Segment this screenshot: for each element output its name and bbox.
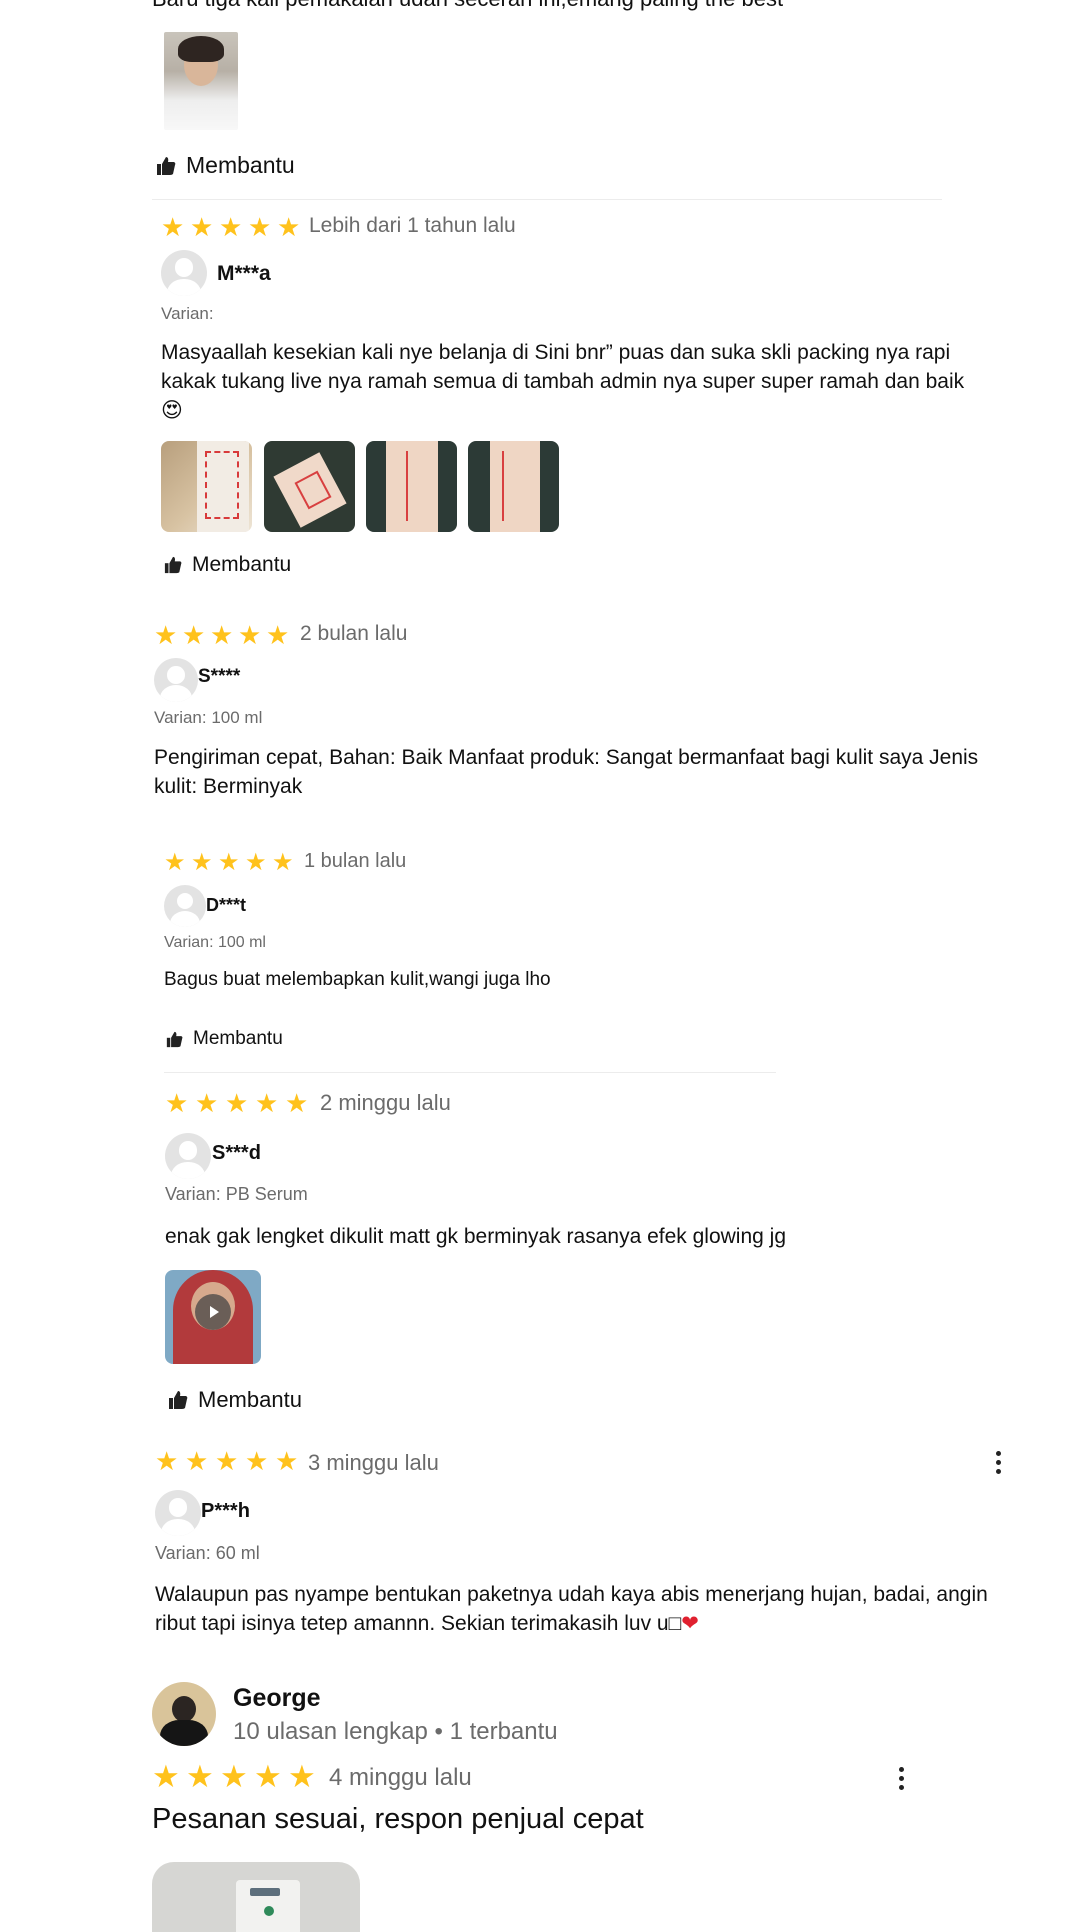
star-icon: ★ [285,1088,309,1118]
helpful-label: Membantu [192,553,292,576]
review-text: enak gak lengket dikulit matt gk berminy… [165,1225,786,1248]
avatar [154,658,198,702]
star-icon: ★ [154,620,178,650]
avatar [155,1490,201,1536]
star-icon: ★ [272,849,294,876]
review-photo[interactable] [366,441,457,532]
star-icon: ★ [266,620,290,650]
review-time: 2 minggu lalu [320,1090,451,1115]
helpful-button[interactable]: Membantu [156,152,295,179]
star-icon: ★ [245,849,267,876]
star-icon: ★ [190,212,214,242]
review-time: 4 minggu lalu [329,1764,472,1791]
review-text-content: Walaupun pas nyampe bentukan paketnya ud… [155,1583,988,1635]
helpful-label: Membantu [186,152,295,178]
star-icon: ★ [152,1759,180,1794]
star-icon: ★ [248,212,272,242]
star-icon: ★ [185,1446,209,1476]
avatar [152,1682,216,1746]
star-icon: ★ [254,1759,282,1794]
reviewer-photo[interactable] [164,32,238,130]
review-text: Pengiriman cepat, Bahan: Baik Manfaat pr… [154,746,979,798]
reviewer-name: D***t [206,895,247,915]
avatar [165,1133,211,1179]
star-icon: ★ [288,1759,316,1794]
variant-label: Varian: 100 ml [164,934,266,951]
emoji: 😍 [161,399,183,422]
review-text: Walaupun pas nyampe bentukan paketnya ud… [155,1580,1005,1638]
star-icon: ★ [220,1759,248,1794]
review-text: Bagus buat melembapkan kulit,wangi juga … [164,969,551,990]
avatar [161,250,207,296]
star-icon: ★ [245,1446,269,1476]
star-icon: ★ [165,1088,189,1118]
thumbs-up-icon [166,1031,183,1047]
star-icon: ★ [195,1088,219,1118]
reviewer-name: M***a [217,262,271,285]
review-video[interactable] [165,1270,261,1364]
helpful-label: Membantu [198,1387,302,1412]
variant-label: Varian: PB Serum [165,1184,308,1204]
star-icon: ★ [215,1446,239,1476]
star-icon: ★ [219,212,243,242]
review-text: Pesanan sesuai, respon penjual cepat [152,1803,644,1835]
reviewer-meta: 10 ulasan lengkap • 1 terbantu [233,1718,558,1745]
more-vertical-icon[interactable] [899,1767,907,1794]
star-icon: ★ [155,1446,179,1476]
divider [164,1072,776,1073]
variant-label: Varian: [161,304,214,323]
helpful-button[interactable]: Membantu [166,1028,283,1050]
review-text: Masyaallah kesekian kali nye belanja di … [161,338,991,425]
avatar [164,885,206,927]
review-photo[interactable] [264,441,355,532]
star-icon: ★ [277,212,301,242]
review-time: 1 bulan lalu [304,850,407,872]
play-icon [210,1306,219,1318]
star-icon: ★ [191,849,213,876]
reviewer-name: P***h [201,1500,250,1522]
reviewer-name: S**** [198,666,241,687]
thumbs-up-icon [169,1391,188,1409]
star-icon: ★ [225,1088,249,1118]
star-icon: ★ [182,620,206,650]
reviewer-name: S***d [212,1142,261,1164]
variant-label: Varian: 100 ml [154,708,263,727]
helpful-button[interactable]: Membantu [164,553,291,577]
reviewer-name: George [233,1684,321,1712]
helpful-button[interactable]: Membantu [168,1387,302,1413]
review-time: Lebih dari 1 tahun lalu [309,214,516,237]
more-vertical-icon[interactable] [996,1451,1004,1478]
star-icon: ★ [210,620,234,650]
star-icon: ★ [186,1759,214,1794]
review-photo[interactable] [152,1862,360,1932]
review-photo[interactable] [161,441,252,532]
divider [152,199,942,200]
review-photo[interactable] [468,441,559,532]
star-icon: ★ [275,1446,299,1476]
review-time: 3 minggu lalu [308,1450,439,1475]
thumbs-up-icon [164,556,182,574]
review-text-content: Masyaallah kesekian kali nye belanja di … [161,341,965,393]
star-icon: ★ [238,620,262,650]
helpful-label: Membantu [193,1028,283,1049]
star-icon: ★ [161,212,185,242]
heart-icon: ❤ [681,1612,699,1635]
star-icon: ★ [164,849,186,876]
review-text: Baru tiga kali pemakaian udah seceran in… [152,0,783,12]
review-time: 2 bulan lalu [300,622,408,645]
variant-label: Varian: 60 ml [155,1543,260,1563]
thumbs-up-icon [157,156,176,175]
star-icon: ★ [255,1088,279,1118]
star-icon: ★ [218,849,240,876]
